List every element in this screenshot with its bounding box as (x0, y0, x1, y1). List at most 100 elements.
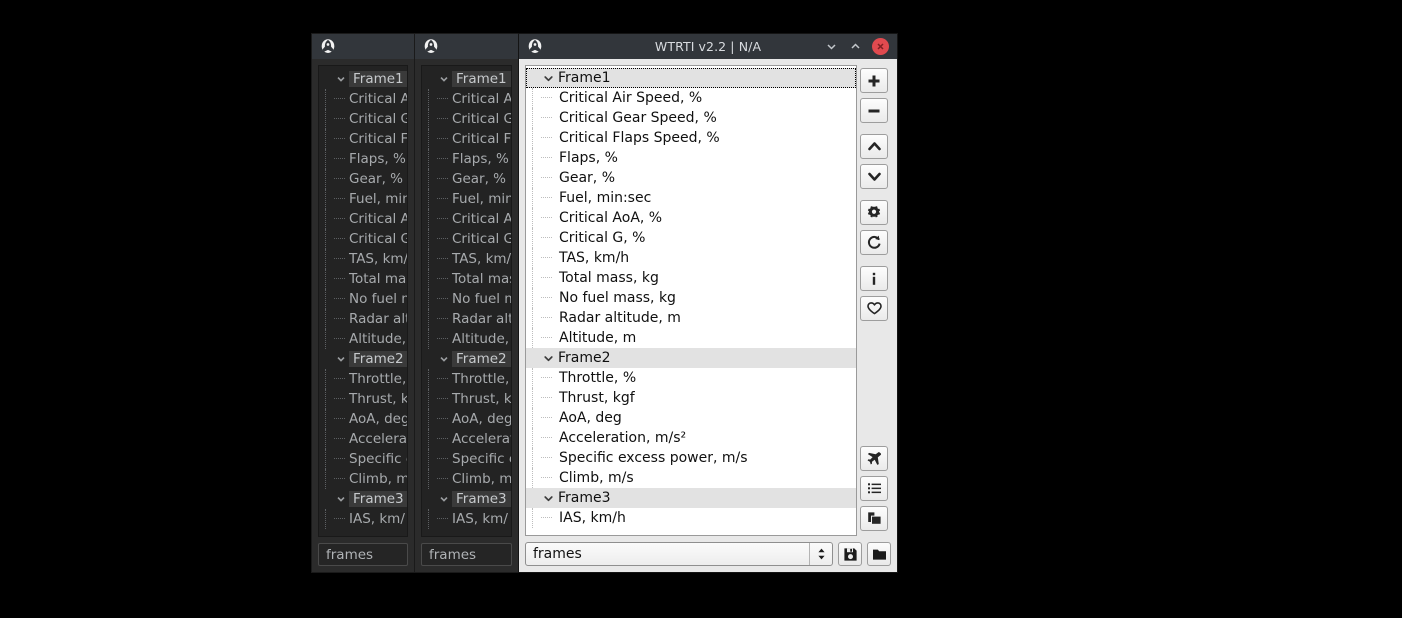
background-window-1-tree[interactable]: Frame1 Critical A Critical G Critical F … (318, 65, 408, 537)
tree-row[interactable]: Critical A (319, 209, 407, 229)
tree-row[interactable]: Total mas (422, 269, 511, 289)
chevron-down-icon[interactable] (540, 493, 556, 504)
tree-row[interactable]: Critical A (422, 89, 511, 109)
tree-group-row[interactable]: Frame3 (526, 488, 856, 508)
windows-button[interactable] (860, 506, 888, 531)
tree-row[interactable]: Flaps, % (319, 149, 407, 169)
tree-row[interactable]: Gear, % (319, 169, 407, 189)
tree-row[interactable]: Frame1 (319, 69, 407, 89)
chevron-down-icon[interactable] (540, 353, 556, 364)
tree-row[interactable]: Climb, m/s (526, 468, 856, 488)
background-window-1[interactable]: Frame1 Critical A Critical G Critical F … (311, 33, 415, 573)
tree-row[interactable]: Fuel, min:sec (526, 188, 856, 208)
close-button[interactable] (872, 38, 889, 55)
spinner-arrows-icon[interactable] (809, 543, 832, 565)
open-folder-button[interactable] (867, 542, 891, 566)
maximize-button[interactable] (848, 39, 863, 54)
tree-row[interactable]: Critical A (319, 89, 407, 109)
tree-row[interactable]: Climb, m (319, 469, 407, 489)
tree-row[interactable]: Total mas (319, 269, 407, 289)
tree-row[interactable]: Frame2 (319, 349, 407, 369)
refresh-button[interactable] (860, 230, 888, 255)
add-button[interactable] (860, 68, 888, 93)
tree-row[interactable]: Acceleration, m/s² (526, 428, 856, 448)
tree-row[interactable]: Critical G, % (526, 228, 856, 248)
save-button[interactable] (838, 542, 862, 566)
tree-row[interactable]: Frame1 (422, 69, 511, 89)
info-button[interactable] (860, 266, 888, 291)
tree-row[interactable]: Critical G (422, 109, 511, 129)
tree-row[interactable]: Altitude, (422, 329, 511, 349)
list-button[interactable] (860, 476, 888, 501)
tree-row[interactable]: Specific e (422, 449, 511, 469)
move-up-button[interactable] (860, 134, 888, 159)
tree-row[interactable]: Fuel, min (422, 189, 511, 209)
tree-row[interactable]: Critical G (319, 229, 407, 249)
tree-row[interactable]: Specific excess power, m/s (526, 448, 856, 468)
main-window[interactable]: WTRTI v2.2 | N/A Frame1Critical Air Spe (518, 33, 898, 573)
tree-row[interactable]: Throttle, (422, 369, 511, 389)
tree-row[interactable]: Flaps, % (526, 148, 856, 168)
tree-row[interactable]: Thrust, k (319, 389, 407, 409)
background-window-2-combo[interactable]: frames (421, 543, 512, 566)
tree-row[interactable]: Critical Flaps Speed, % (526, 128, 856, 148)
tree-row[interactable]: Critical G (422, 229, 511, 249)
tree-row[interactable]: Radar alt (422, 309, 511, 329)
tree-row[interactable]: Altitude, (319, 329, 407, 349)
tree-row[interactable]: Thrust, kgf (526, 388, 856, 408)
parameters-tree[interactable]: Frame1 Critical Air Speed, % Critical Gear… (525, 65, 857, 536)
chevron-down-icon[interactable] (333, 74, 349, 84)
tree-row[interactable]: Critical G (319, 109, 407, 129)
tree-row[interactable]: Radar alt (319, 309, 407, 329)
tree-row[interactable]: Accelerat (319, 429, 407, 449)
chevron-down-icon[interactable] (436, 354, 452, 364)
chevron-down-icon[interactable] (333, 354, 349, 364)
tree-row[interactable]: Specific e (319, 449, 407, 469)
tree-row[interactable]: Fuel, min (319, 189, 407, 209)
tree-row[interactable]: Thrust, k (422, 389, 511, 409)
tree-row[interactable]: Critical Air Speed, % (526, 88, 856, 108)
tree-row[interactable]: Critical F (422, 129, 511, 149)
main-window-titlebar[interactable]: WTRTI v2.2 | N/A (519, 34, 897, 59)
preset-combobox[interactable]: frames (525, 542, 833, 566)
background-window-2-titlebar[interactable] (415, 34, 518, 59)
tree-row[interactable]: IAS, km/ (422, 509, 511, 529)
background-window-2-tree[interactable]: Frame1 Critical A Critical G Critical F … (421, 65, 512, 537)
tree-row[interactable]: Throttle, (319, 369, 407, 389)
tree-row[interactable]: IAS, km/ (319, 509, 407, 529)
minimize-button[interactable] (824, 39, 839, 54)
background-window-1-combo[interactable]: frames (318, 543, 408, 566)
tree-row[interactable]: Gear, % (422, 169, 511, 189)
tree-row[interactable]: Frame2 (422, 349, 511, 369)
tree-row[interactable]: TAS, km/h (526, 248, 856, 268)
chevron-down-icon[interactable] (436, 494, 452, 504)
tree-row[interactable]: Accelerat (422, 429, 511, 449)
tree-row[interactable]: Critical F (319, 129, 407, 149)
tree-row[interactable]: AoA, deg (422, 409, 511, 429)
tree-row[interactable]: No fuel m (319, 289, 407, 309)
tree-row[interactable]: No fuel m (422, 289, 511, 309)
tree-row[interactable]: Climb, m (422, 469, 511, 489)
tree-group-row[interactable]: Frame1 (526, 68, 856, 88)
tree-row[interactable]: Critical Gear Speed, % (526, 108, 856, 128)
tree-row[interactable]: Total mass, kg (526, 268, 856, 288)
favorite-button[interactable] (860, 296, 888, 321)
chevron-down-icon[interactable] (333, 494, 349, 504)
tree-row[interactable]: IAS, km/h (526, 508, 856, 528)
tree-group-row[interactable]: Frame2 (526, 348, 856, 368)
tree-row[interactable]: Flaps, % (422, 149, 511, 169)
tree-row[interactable]: Critical AoA, % (526, 208, 856, 228)
tree-row[interactable]: Radar altitude, m (526, 308, 856, 328)
background-window-1-titlebar[interactable] (312, 34, 414, 59)
aircraft-button[interactable] (860, 446, 888, 471)
background-window-2[interactable]: Frame1 Critical A Critical G Critical F … (414, 33, 519, 573)
tree-row[interactable]: AoA, deg (526, 408, 856, 428)
settings-button[interactable] (860, 200, 888, 225)
tree-row[interactable]: Gear, % (526, 168, 856, 188)
tree-row[interactable]: Frame3 (319, 489, 407, 509)
tree-row[interactable]: AoA, deg (319, 409, 407, 429)
tree-row[interactable]: Critical A (422, 209, 511, 229)
tree-row[interactable]: TAS, km/ (319, 249, 407, 269)
tree-row[interactable]: Altitude, m (526, 328, 856, 348)
chevron-down-icon[interactable] (540, 73, 556, 84)
